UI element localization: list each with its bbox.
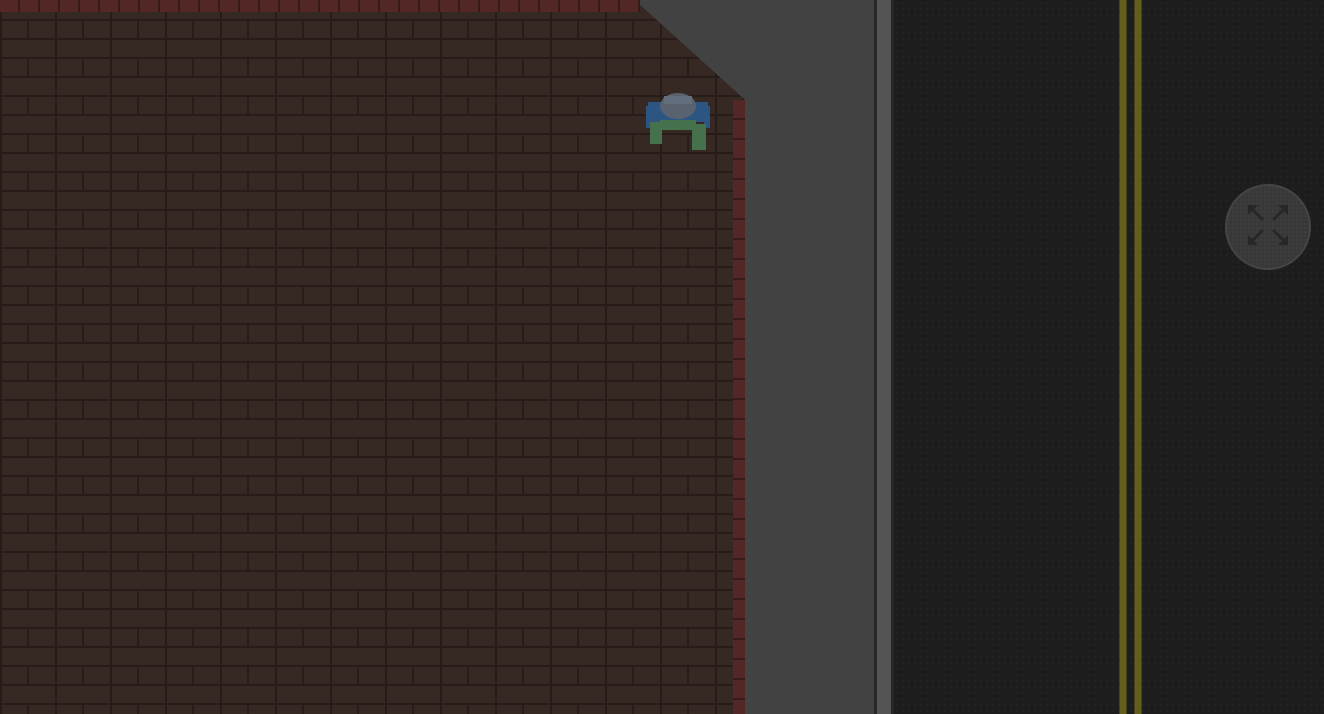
road-center-line-right [1134, 0, 1142, 714]
game-scene[interactable] [0, 0, 1324, 714]
road-center-line-left [1119, 0, 1127, 714]
curb [874, 0, 894, 714]
fullscreen-toggle-icon [1246, 203, 1290, 251]
road [894, 0, 1324, 714]
brick-roof-top-edge [0, 0, 640, 12]
player-character-icon [646, 92, 710, 152]
fullscreen-button[interactable] [1225, 184, 1311, 270]
brick-roof-right-edge [733, 100, 745, 714]
brick-roof [0, 0, 745, 714]
